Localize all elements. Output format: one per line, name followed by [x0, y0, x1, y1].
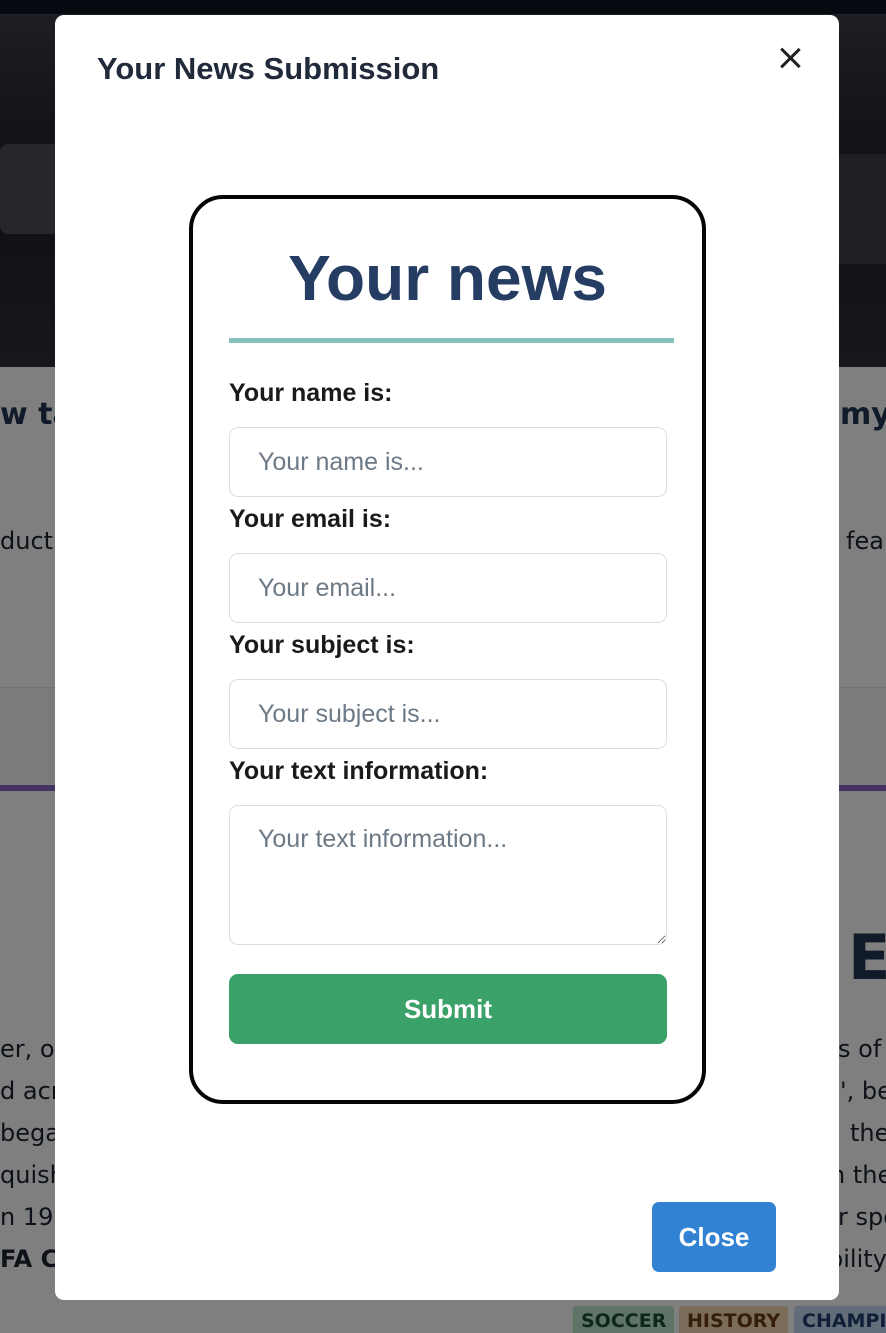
subject-input[interactable]	[229, 679, 667, 749]
email-input[interactable]	[229, 553, 667, 623]
submit-button[interactable]: Submit	[229, 974, 667, 1044]
name-input[interactable]	[229, 427, 667, 497]
text-label: Your text information:	[229, 757, 489, 785]
modal-title: Your News Submission	[97, 51, 440, 86]
news-form: Your news Your name is: Your email is: Y…	[189, 195, 706, 1104]
news-submission-modal: Your News Submission Your news Your name…	[55, 15, 839, 1300]
close-icon[interactable]	[774, 42, 806, 74]
text-information-textarea[interactable]	[229, 805, 667, 945]
subject-label: Your subject is:	[229, 631, 415, 659]
close-button[interactable]: Close	[652, 1202, 776, 1272]
name-label: Your name is:	[229, 379, 393, 407]
form-heading: Your news	[288, 242, 607, 314]
email-label: Your email is:	[229, 505, 392, 533]
heading-divider	[229, 338, 674, 343]
